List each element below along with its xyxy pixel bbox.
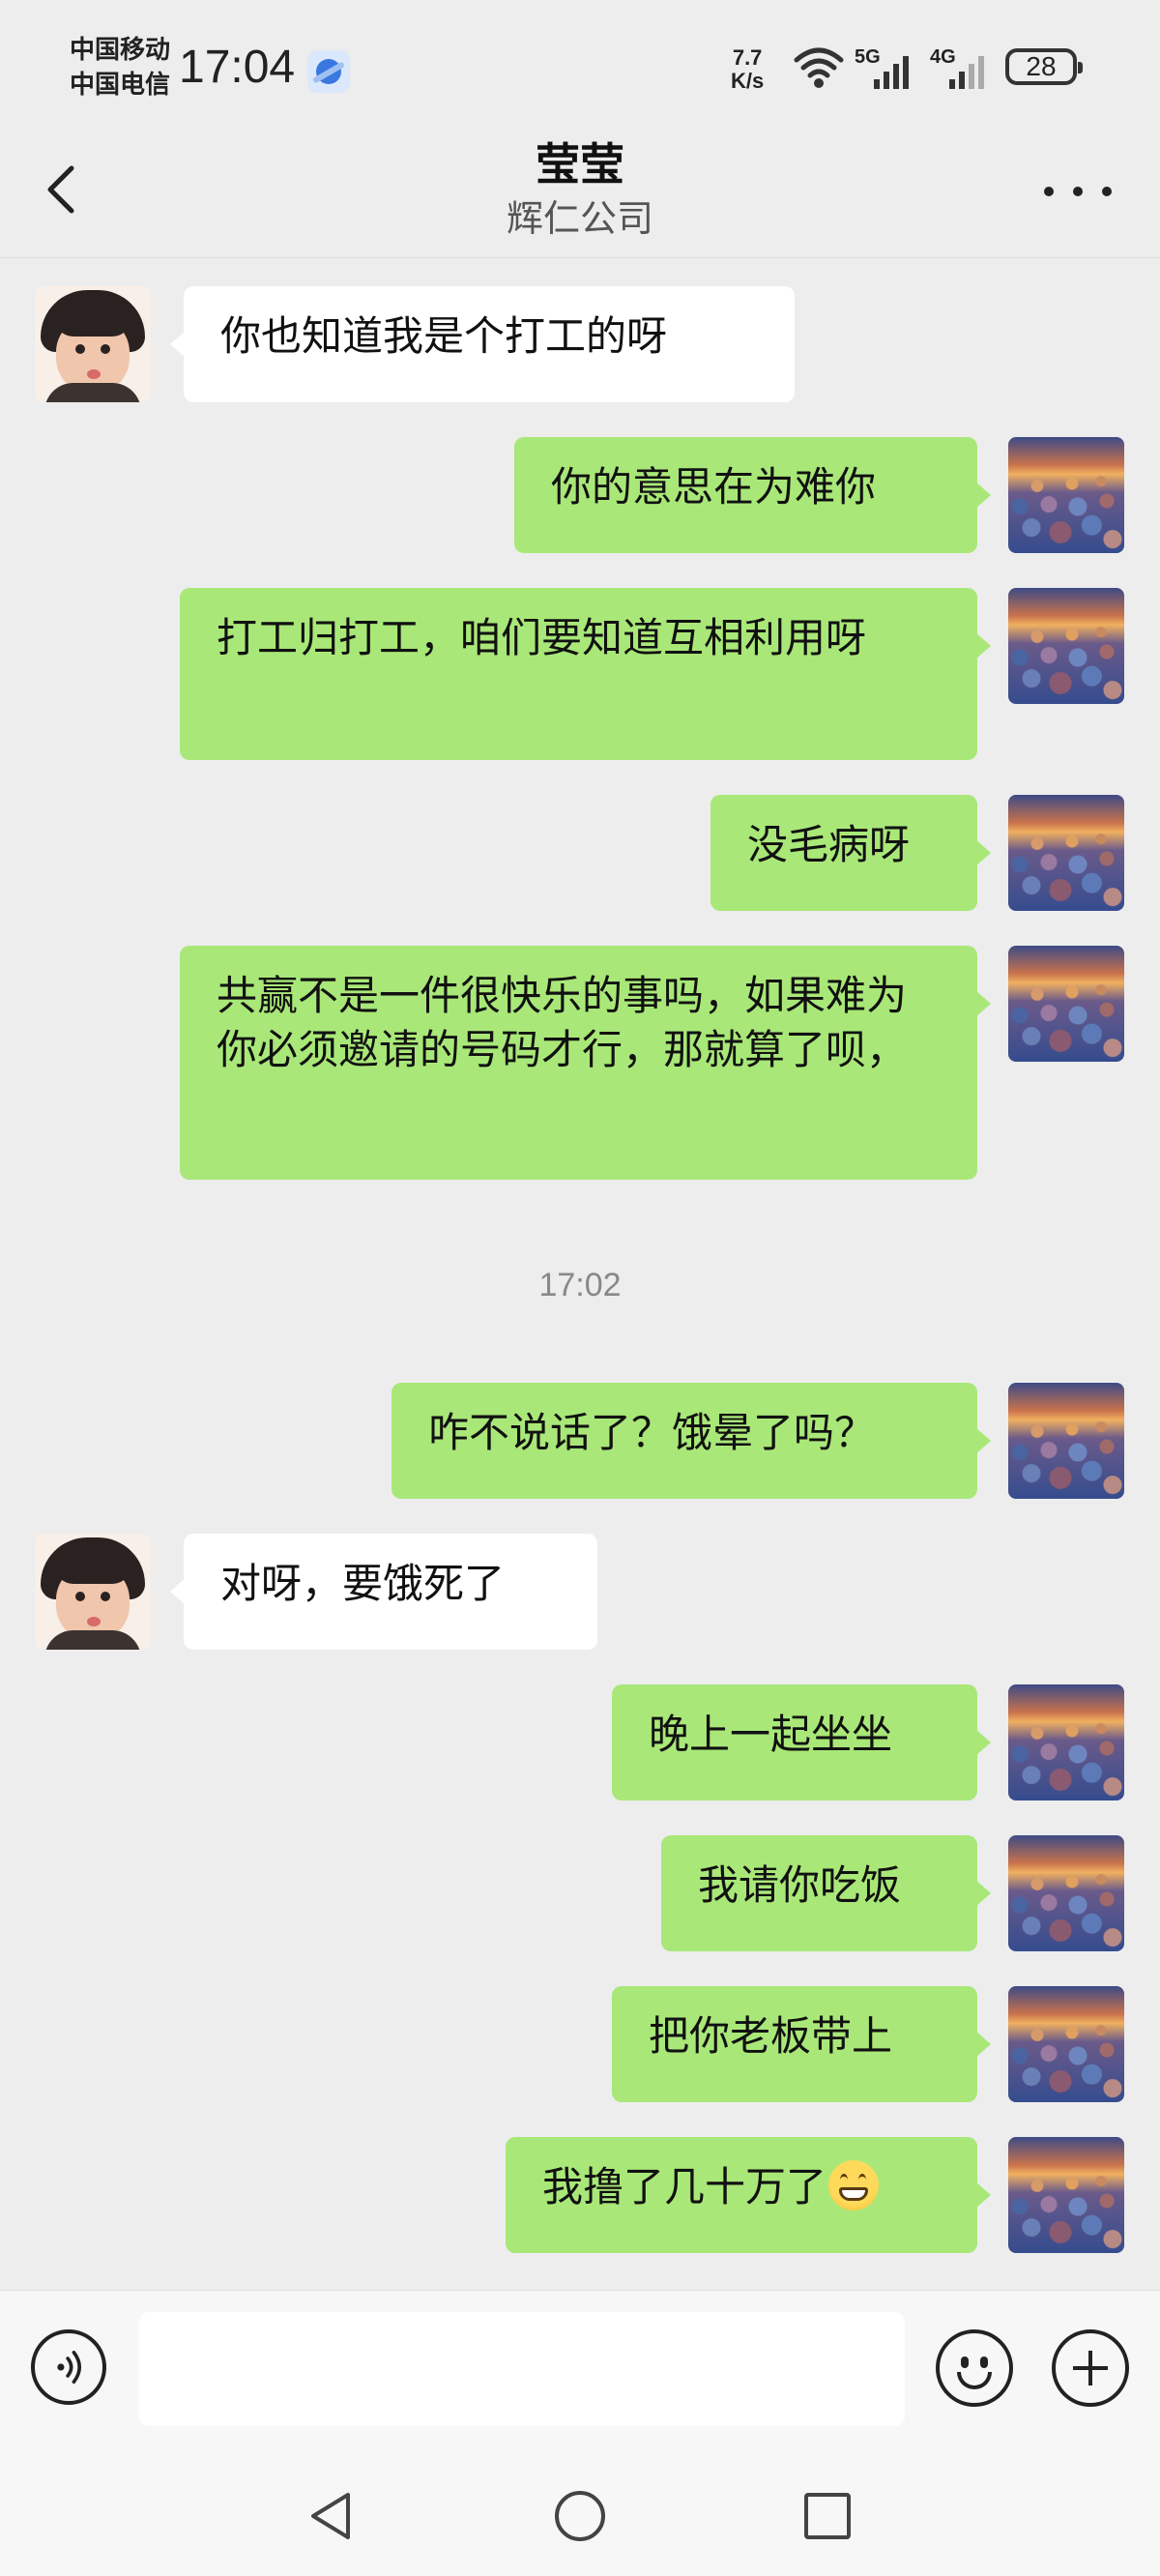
self-avatar[interactable] bbox=[1008, 1383, 1124, 1499]
signal-4g-icon: 4G bbox=[930, 46, 996, 93]
more-options-button[interactable] bbox=[1044, 170, 1112, 213]
message-bubble[interactable]: 晚上一起坐坐 bbox=[612, 1684, 991, 1800]
voice-icon[interactable] bbox=[31, 2329, 106, 2405]
dot-icon bbox=[1102, 187, 1112, 196]
message-bubble[interactable]: 我请你吃饭 bbox=[661, 1835, 991, 1951]
chat-title: 莹莹 bbox=[536, 138, 624, 190]
contact-avatar[interactable] bbox=[35, 1534, 151, 1650]
message-input[interactable] bbox=[139, 2312, 905, 2426]
self-avatar[interactable] bbox=[1008, 795, 1124, 911]
self-avatar[interactable] bbox=[1008, 1986, 1124, 2102]
self-avatar[interactable] bbox=[1008, 2137, 1124, 2253]
status-clock: 17:04 bbox=[179, 42, 296, 93]
nav-home-icon[interactable] bbox=[555, 2491, 605, 2541]
chat-header: 莹莹 辉仁公司 bbox=[0, 135, 1160, 258]
battery-level: 28 bbox=[1026, 51, 1057, 81]
message-bubble[interactable]: 把你老板带上 bbox=[612, 1986, 991, 2102]
wifi-icon bbox=[794, 47, 844, 88]
message-bubble[interactable]: 咋不说话了？饿晕了吗？ bbox=[392, 1383, 991, 1499]
self-avatar[interactable] bbox=[1008, 1684, 1124, 1800]
browser-app-icon bbox=[307, 50, 350, 93]
message-bubble[interactable]: 没毛病呀 bbox=[710, 795, 991, 911]
battery-icon: 28 bbox=[1005, 48, 1083, 85]
network-speed: 7.7 K/s bbox=[731, 46, 764, 93]
dot-icon bbox=[1073, 187, 1083, 196]
grinning-face-emoji-icon bbox=[828, 2160, 880, 2210]
message-text: 我撸了几十万了 bbox=[542, 2163, 827, 2210]
carrier-2: 中国电信 bbox=[70, 71, 171, 100]
chat-subtitle: 辉仁公司 bbox=[506, 197, 653, 240]
self-avatar[interactable] bbox=[1008, 1835, 1124, 1951]
self-avatar[interactable] bbox=[1008, 588, 1124, 704]
message-bubble[interactable]: 打工归打工，咱们要知道互相利用呀 bbox=[180, 588, 991, 760]
self-avatar[interactable] bbox=[1008, 437, 1124, 553]
network-speed-value: 7.7 bbox=[732, 45, 763, 70]
plus-icon[interactable] bbox=[1052, 2329, 1129, 2407]
message-bubble[interactable]: 你的意思在为难你 bbox=[514, 437, 991, 553]
message-bubble[interactable]: 你也知道我是个打工的呀 bbox=[170, 286, 795, 402]
dot-icon bbox=[1044, 187, 1054, 196]
carrier-info: 中国移动 中国电信 bbox=[70, 33, 170, 102]
carrier-1: 中国移动 bbox=[70, 36, 171, 65]
system-nav-bar bbox=[0, 2448, 1160, 2576]
message-bubble[interactable]: 对呀，要饿死了 bbox=[170, 1534, 597, 1650]
nav-recent-apps-icon[interactable] bbox=[804, 2493, 851, 2539]
signal-5g-icon: 5G bbox=[855, 46, 920, 93]
contact-avatar[interactable] bbox=[35, 286, 151, 402]
self-avatar[interactable] bbox=[1008, 946, 1124, 1062]
message-bubble[interactable]: 我撸了几十万了 bbox=[506, 2137, 991, 2253]
message-bubble[interactable]: 共赢不是一件很快乐的事吗，如果难为你必须邀请的号码才行，那就算了呗， bbox=[180, 946, 991, 1180]
chat-timestamp: 17:02 bbox=[538, 1267, 622, 1303]
nav-back-icon[interactable] bbox=[307, 2489, 356, 2543]
status-bar: 中国移动 中国电信 17:04 7.7 K/s 5G 4G 28 bbox=[0, 0, 1160, 135]
network-speed-unit: K/s bbox=[731, 69, 765, 93]
chat-input-bar bbox=[0, 2290, 1160, 2449]
emoji-icon[interactable] bbox=[936, 2329, 1013, 2407]
